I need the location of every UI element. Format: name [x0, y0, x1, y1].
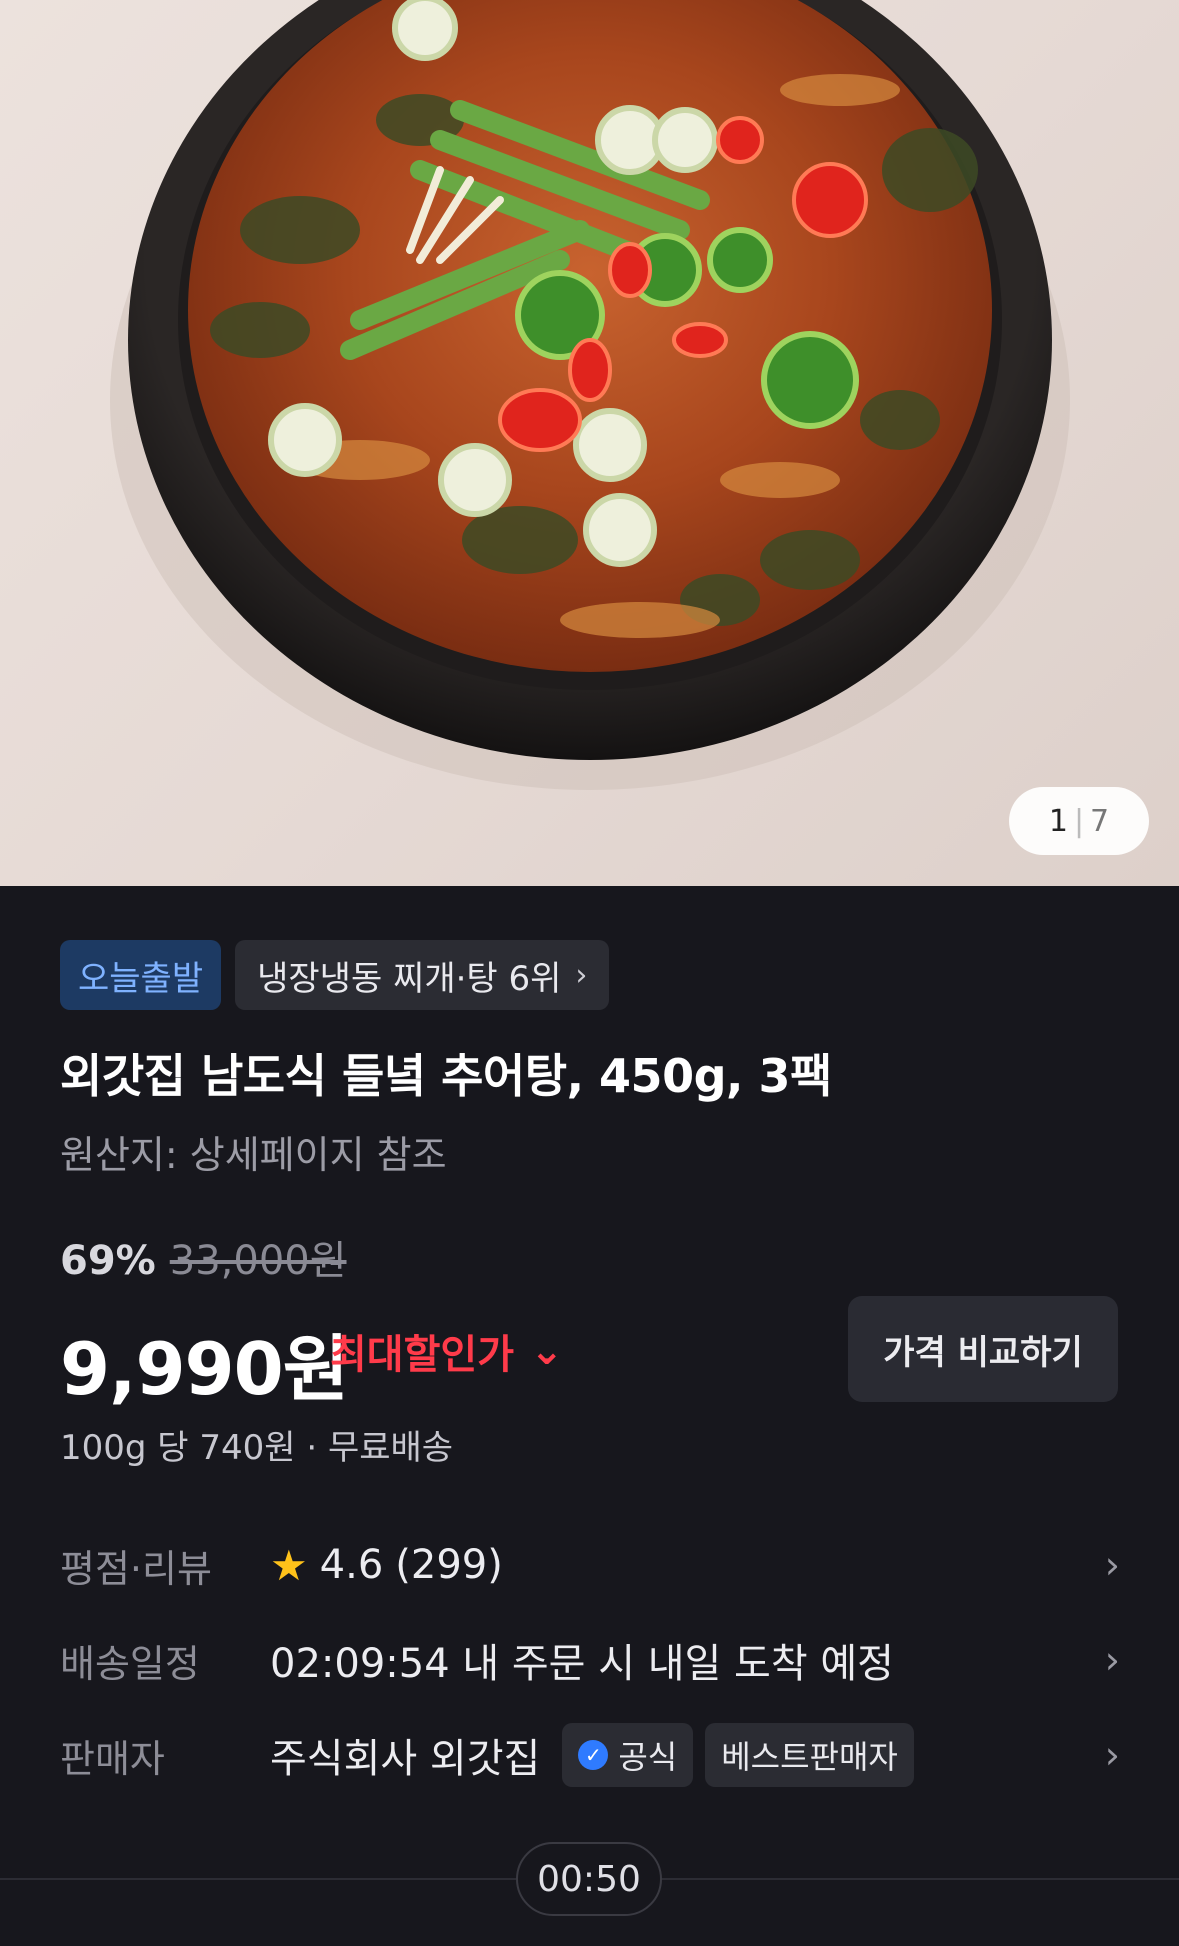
compare-price-button[interactable]: 가격 비교하기 [848, 1296, 1118, 1402]
unit-price-shipping: 100g 당 740원 · 무료배송 [60, 1428, 454, 1468]
delivery-row[interactable]: 배송일정 02:09:54 내 주문 시 내일 도착 예정 › [60, 1625, 1120, 1695]
official-tag: ✓ 공식 [562, 1723, 694, 1787]
delivery-text: 02:09:54 내 주문 시 내일 도착 예정 [270, 1641, 894, 1687]
chevron-down-icon: ⌄ [530, 1328, 564, 1374]
page-separator: | [1073, 803, 1085, 839]
page-current: 1 [1048, 803, 1068, 839]
discount-row: 69% 33,000원 [60, 1228, 347, 1286]
product-title: 외갓집 남도식 들녘 추어탕, 450g, 3팩 [60, 1049, 832, 1103]
delivery-label: 배송일정 [60, 1641, 200, 1686]
category-rank-label: 냉장냉동 찌개·탕 6위 [257, 958, 562, 999]
rating-label: 평점·리뷰 [60, 1546, 212, 1591]
today-shipping-badge: 오늘출발 [60, 940, 222, 1010]
seller-row[interactable]: 판매자 주식회사 외갓집 ✓ 공식 베스트판매자 › [60, 1720, 1120, 1790]
product-image[interactable]: 1 | 7 [0, 0, 1179, 886]
chevron-right-icon: › [575, 957, 588, 993]
seller-label: 판매자 [60, 1736, 165, 1781]
seller-name: 주식회사 외갓집 [270, 1736, 541, 1782]
page-total: 7 [1090, 803, 1110, 839]
rating-row[interactable]: 평점·리뷰 ★ 4.6 (299) › [60, 1530, 1120, 1600]
image-page-indicator: 1 | 7 [1009, 787, 1149, 855]
countdown-timer: 00:50 [516, 1842, 662, 1916]
verified-check-icon: ✓ [578, 1740, 609, 1770]
badge-row: 오늘출발 냉장냉동 찌개·탕 6위 › [60, 940, 610, 1010]
discount-percent: 69% [60, 1238, 156, 1284]
rating-score: 4.6 [319, 1542, 384, 1588]
review-count: (299) [395, 1542, 503, 1588]
chevron-right-icon: › [1104, 1543, 1120, 1587]
star-icon: ★ [270, 1540, 308, 1590]
original-price: 33,000원 [169, 1238, 347, 1284]
best-seller-tag: 베스트판매자 [705, 1723, 914, 1787]
chevron-right-icon: › [1104, 1638, 1120, 1682]
max-discount-label: 최대할인가 [330, 1332, 514, 1378]
rating-value: ★ 4.6 (299) [270, 1541, 1105, 1590]
product-origin: 원산지: 상세페이지 참조 [60, 1133, 447, 1177]
soup-bowl-image [110, 0, 1070, 790]
chevron-right-icon: › [1104, 1733, 1120, 1777]
seller-value: 주식회사 외갓집 ✓ 공식 베스트판매자 [270, 1723, 1105, 1787]
max-discount-toggle[interactable]: 최대할인가 ⌄ [330, 1322, 564, 1380]
sale-price: 9,990원 [60, 1327, 349, 1411]
official-tag-label: 공식 [618, 1738, 678, 1776]
category-rank-badge[interactable]: 냉장냉동 찌개·탕 6위 › [235, 940, 610, 1010]
